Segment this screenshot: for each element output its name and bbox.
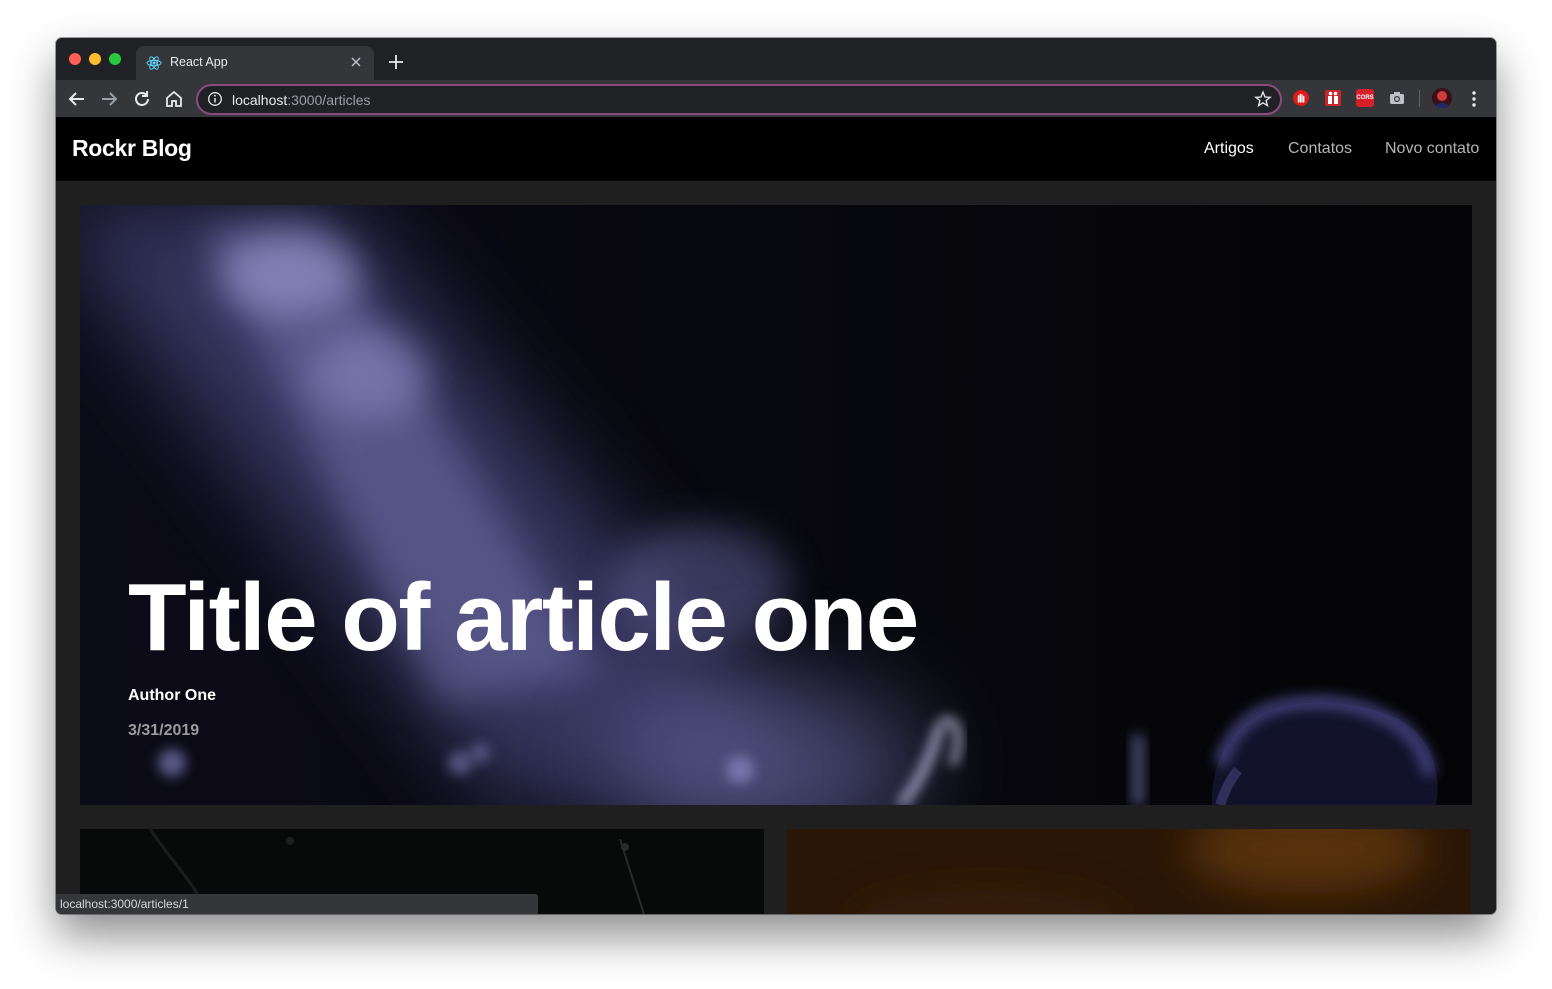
profile-avatar[interactable] <box>1432 88 1452 108</box>
brand-logo[interactable]: Rockr Blog <box>72 135 192 162</box>
browser-tab[interactable]: React App <box>136 46 374 80</box>
nav-novo-contato[interactable]: Novo contato <box>1385 140 1479 158</box>
status-bar-url: localhost:3000/articles/1 <box>56 894 538 914</box>
address-bar[interactable]: localhost:3000/articles <box>196 84 1282 115</box>
maximize-window-button[interactable] <box>109 53 121 65</box>
arrow-left-icon[interactable] <box>66 88 88 110</box>
site-navbar: Rockr Blog Artigos Contatos Novo contato <box>56 117 1496 181</box>
page-viewport: Rockr Blog Artigos Contatos Novo contato <box>56 117 1496 914</box>
featured-article-card[interactable]: Title of article one Author One 3/31/201… <box>80 205 1472 805</box>
address-url[interactable]: localhost:3000/articles <box>232 92 371 108</box>
toolbar-separator <box>1419 90 1420 107</box>
react-logo-icon <box>146 56 162 70</box>
camera-icon[interactable] <box>1388 89 1406 107</box>
info-icon[interactable] <box>207 91 223 107</box>
star-icon[interactable] <box>1254 90 1272 108</box>
article-card[interactable] <box>787 829 1471 914</box>
nav-artigos[interactable]: Artigos <box>1204 140 1254 158</box>
minimize-window-button[interactable] <box>89 53 101 65</box>
avatar-image <box>1432 88 1452 108</box>
home-icon[interactable] <box>163 88 185 110</box>
article-date: 3/31/2019 <box>128 722 200 739</box>
cors-extension-icon[interactable]: CORS <box>1356 89 1374 107</box>
arrow-right-icon[interactable] <box>98 88 120 110</box>
address-path: :3000/articles <box>287 92 371 108</box>
reload-icon[interactable] <box>131 88 153 110</box>
browser-toolbar: localhost:3000/articles CORS <box>56 80 1496 117</box>
cors-label: CORS <box>1356 95 1374 101</box>
gift-extension-icon[interactable] <box>1324 89 1342 107</box>
tab-title: React App <box>170 55 228 69</box>
featured-article-image <box>80 205 1472 805</box>
nav-contatos[interactable]: Contatos <box>1288 140 1352 158</box>
close-icon[interactable] <box>348 54 364 70</box>
article-author: Author One <box>128 687 216 704</box>
article-title: Title of article one <box>128 564 919 671</box>
address-host: localhost <box>232 92 288 108</box>
article-card-image <box>787 829 1471 914</box>
tab-strip: React App <box>56 38 1496 80</box>
kebab-menu-icon[interactable] <box>1466 88 1482 110</box>
hand-stop-icon[interactable] <box>1292 89 1310 107</box>
close-window-button[interactable] <box>69 53 81 65</box>
plus-icon[interactable] <box>386 52 406 72</box>
browser-window: React App localhost:3000/articles CORS R… <box>56 38 1496 914</box>
